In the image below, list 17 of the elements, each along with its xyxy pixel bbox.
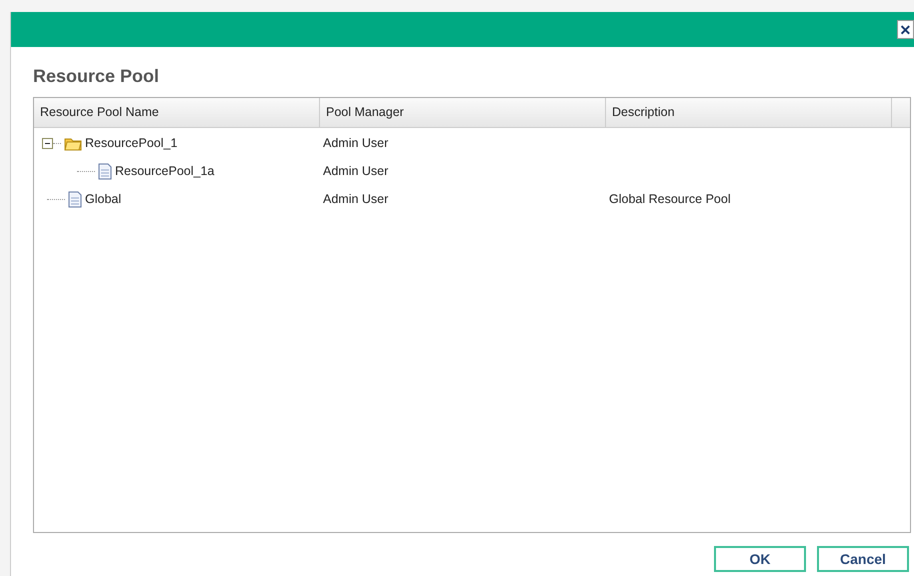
tree-item[interactable]: ResourcePool_1a	[115, 162, 214, 180]
table-cell: Admin User	[323, 136, 388, 150]
document-icon	[68, 190, 82, 208]
dialog-title: Resource Pool	[33, 65, 160, 88]
table-cell: Admin User	[323, 164, 388, 178]
dialog-button[interactable]: OK	[714, 546, 806, 572]
collapse-toggle[interactable]	[42, 138, 53, 148]
column-header[interactable]: Description	[606, 98, 892, 127]
dialog-button[interactable]: Cancel	[817, 546, 909, 572]
table-cell: Global Resource Pool	[609, 192, 731, 206]
table-cell: Admin User	[323, 192, 388, 206]
close-button[interactable]: ✕	[897, 20, 914, 39]
column-header[interactable]: Pool Manager	[320, 98, 606, 127]
document-icon	[98, 162, 112, 180]
column-header[interactable]: Resource Pool Name	[34, 98, 320, 127]
tree-item[interactable]: ResourcePool_1	[85, 134, 178, 152]
tree-item[interactable]: Global	[85, 190, 122, 208]
